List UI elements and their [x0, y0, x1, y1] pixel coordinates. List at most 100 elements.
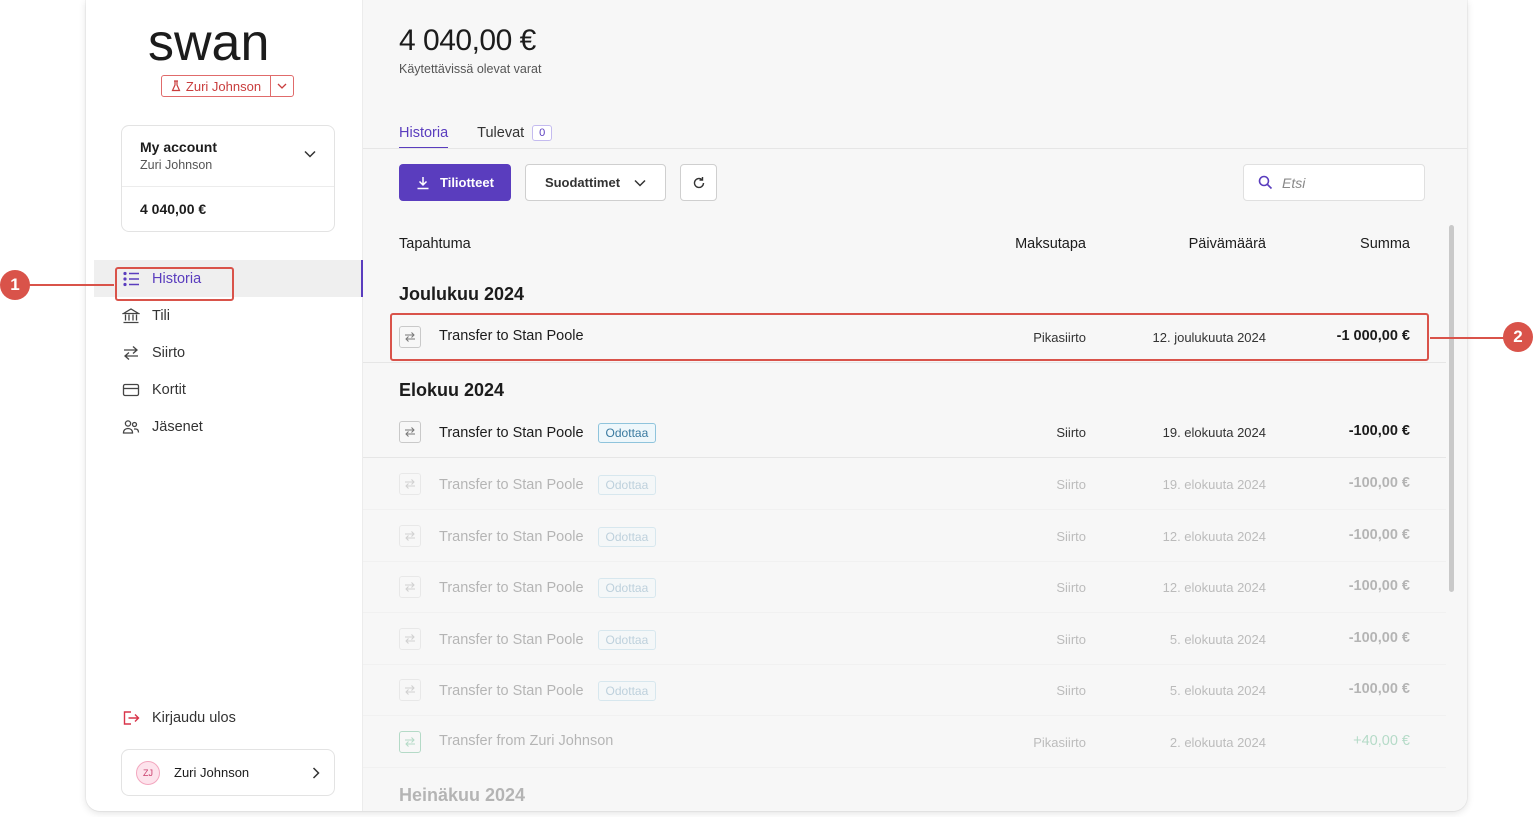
- tab-label: Historia: [399, 125, 449, 141]
- sidebar-item-label: Siirto: [152, 344, 186, 361]
- refresh-button[interactable]: [680, 164, 718, 201]
- avatar: ZJ: [136, 760, 160, 785]
- row-label: Transfer to Stan Poole: [439, 580, 584, 596]
- highlight-box-transaction: [390, 313, 1429, 361]
- row-date: 12. elokuuta 2024: [1162, 580, 1266, 595]
- transfer-icon: [399, 679, 421, 701]
- row-method: Pikasiirto: [1033, 735, 1086, 750]
- logout-icon: [123, 711, 140, 725]
- available-balance-label: Käytettävissä olevat varat: [399, 62, 542, 76]
- status-badge: Odottaa: [597, 630, 657, 650]
- switcher-name: Zuri Johnson: [185, 78, 262, 94]
- account-holder: Zuri Johnson: [140, 158, 213, 172]
- account-holder-switcher[interactable]: Zuri Johnson: [161, 75, 294, 97]
- row-date: 12. elokuuta 2024: [1162, 529, 1266, 544]
- logout-label: Kirjaudu ulos: [152, 710, 236, 726]
- row-label: Transfer to Stan Poole: [439, 529, 584, 545]
- sidebar-item-label: Jäsenet: [152, 418, 203, 435]
- tabs-divider: [363, 148, 1467, 149]
- search-placeholder: Etsi: [1282, 174, 1306, 191]
- sidebar-item-label: Kortit: [152, 381, 186, 398]
- transfer-icon: [399, 731, 421, 753]
- transfer-icon: [399, 421, 421, 443]
- table-header: Tapahtuma Maksutapa Päivämäärä Summa: [399, 236, 1410, 254]
- search-icon: [1258, 175, 1273, 190]
- statements-button[interactable]: Tiliotteet: [399, 164, 511, 201]
- table-row[interactable]: Transfer to Stan Poole Odottaa Siirto 5. …: [363, 613, 1446, 665]
- chevron-down-icon[interactable]: [304, 150, 316, 158]
- row-amount: -100,00 €: [1348, 423, 1410, 439]
- row-label: Transfer from Zuri Johnson: [439, 733, 614, 749]
- row-label: Transfer to Stan Poole: [439, 632, 584, 648]
- logout-button[interactable]: Kirjaudu ulos: [122, 709, 236, 727]
- sidebar-item-jasenet[interactable]: Jäsenet: [94, 408, 363, 445]
- status-badge: Odottaa: [597, 475, 657, 495]
- tab-label: Tulevat: [477, 125, 525, 141]
- table-row[interactable]: Transfer to Stan Poole Odottaa Siirto 12.…: [363, 510, 1446, 562]
- account-balance: 4 040,00 €: [140, 201, 207, 217]
- row-method: Siirto: [1056, 425, 1086, 440]
- account-card[interactable]: My account Zuri Johnson 4 040,00 €: [121, 125, 335, 232]
- row-method: Siirto: [1056, 632, 1086, 647]
- row-amount: -100,00 €: [1348, 630, 1410, 646]
- sidebar-item-label: Tili: [152, 307, 170, 324]
- row-date: 19. elokuuta 2024: [1162, 425, 1266, 440]
- user-name: Zuri Johnson: [174, 765, 250, 780]
- callout-badge-2: 2: [1503, 322, 1533, 352]
- chevron-down-icon: [634, 179, 646, 187]
- row-label: Transfer to Stan Poole: [439, 477, 584, 493]
- tab-count-badge: 0: [532, 125, 553, 141]
- row-date: 2. elokuuta 2024: [1169, 735, 1266, 750]
- app-window: swan Zuri Johnson My account Zuri Johnso…: [86, 0, 1467, 811]
- switcher-name-button[interactable]: Zuri Johnson: [162, 76, 271, 96]
- col-header-event: Tapahtuma: [399, 236, 471, 252]
- row-date: 19. elokuuta 2024: [1162, 477, 1266, 492]
- row-amount: -100,00 €: [1348, 578, 1410, 594]
- status-badge: Odottaa: [597, 527, 657, 547]
- table-row[interactable]: Transfer from Zuri Johnson Pikasiirto 2.…: [363, 716, 1446, 768]
- user-profile-button[interactable]: ZJ Zuri Johnson: [121, 749, 335, 796]
- sidebar-item-siirto[interactable]: Siirto: [94, 334, 363, 371]
- switcher-chevron-button[interactable]: [271, 83, 293, 89]
- available-balance: 4 040,00 €: [399, 24, 536, 57]
- search-input[interactable]: Etsi: [1243, 164, 1425, 201]
- transfer-icon: [399, 473, 421, 495]
- sidebar: swan Zuri Johnson My account Zuri Johnso…: [86, 0, 363, 811]
- col-header-method: Maksutapa: [1015, 236, 1086, 252]
- tab-tulevat[interactable]: Tulevat 0: [477, 118, 553, 148]
- transfer-arrows-icon: [124, 345, 138, 360]
- row-method: Siirto: [1056, 683, 1086, 698]
- status-badge: Odottaa: [597, 578, 657, 598]
- transfer-icon: [399, 628, 421, 650]
- scrollbar[interactable]: [1449, 225, 1454, 592]
- filters-button[interactable]: Suodattimet: [524, 164, 667, 201]
- sidebar-item-kortit[interactable]: Kortit: [94, 371, 363, 408]
- highlight-box-historia: [115, 267, 234, 301]
- table-row[interactable]: Transfer to Stan Poole Odottaa Siirto 12.…: [363, 561, 1446, 613]
- swan-logo: swan: [148, 20, 269, 68]
- table-row[interactable]: Transfer to Stan Poole Odottaa Siirto 19.…: [363, 406, 1446, 458]
- bank-icon: [122, 307, 140, 323]
- callout-line-1: [28, 284, 114, 286]
- section-title: Joulukuu 2024: [399, 284, 525, 304]
- callout-line-2: [1430, 337, 1504, 339]
- status-badge: Odottaa: [597, 681, 657, 701]
- chevron-right-icon: [312, 766, 320, 779]
- sidebar-item-tili[interactable]: Tili: [94, 297, 363, 334]
- tab-historia[interactable]: Historia: [399, 118, 449, 149]
- table-row[interactable]: Transfer to Stan Poole Odottaa Siirto 19.…: [363, 458, 1446, 510]
- row-amount: +40,00 €: [1353, 733, 1410, 749]
- section-title: Heinäkuu 2024: [399, 785, 526, 805]
- col-header-amount: Summa: [1360, 236, 1410, 252]
- callout-badge-1: 1: [0, 270, 30, 300]
- download-icon: [417, 176, 429, 189]
- col-header-date: Päivämäärä: [1188, 236, 1266, 252]
- row-label: Transfer to Stan Poole: [439, 683, 584, 699]
- account-title: My account: [140, 139, 218, 155]
- row-label: Transfer to Stan Poole: [439, 425, 584, 441]
- status-badge: Odottaa: [597, 423, 657, 443]
- table-row[interactable]: Transfer to Stan Poole Odottaa Siirto 5. …: [363, 664, 1446, 716]
- main-content: 4 040,00 € Käytettävissä olevat varat Hi…: [363, 0, 1467, 811]
- row-date: 5. elokuuta 2024: [1169, 683, 1266, 698]
- row-amount: -100,00 €: [1348, 681, 1410, 697]
